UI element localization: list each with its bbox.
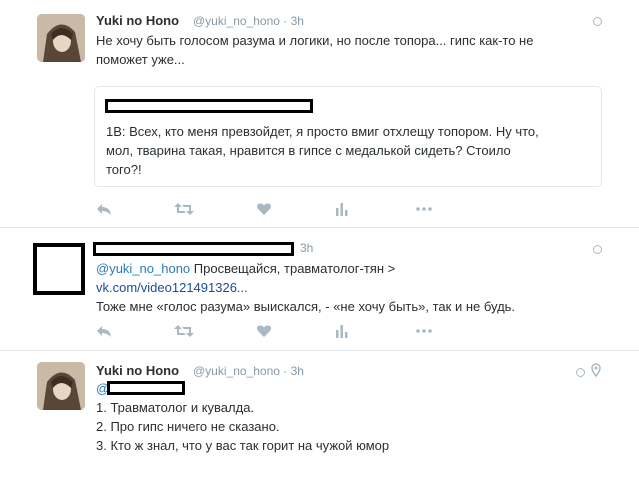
mention-link[interactable]: @yuki_no_hono <box>96 261 190 276</box>
redacted-author <box>105 99 313 113</box>
tweet-time[interactable]: 3h <box>300 241 313 255</box>
tweet-text: @yuki_no_hono Просвещайся, травматолог-т… <box>96 261 516 314</box>
tweet-1[interactable]: Yuki no Hono @yuki_no_hono · 3h Не хочу … <box>0 0 639 227</box>
redacted-author <box>93 242 294 256</box>
favorite-icon[interactable] <box>254 199 274 219</box>
globe-icon <box>593 17 602 26</box>
external-link[interactable]: vk.com/video121491326... <box>96 280 248 295</box>
author-name[interactable]: Yuki no Hono <box>96 13 179 28</box>
author-handle[interactable]: @yuki_no_hono · 3h <box>193 364 304 378</box>
author-handle[interactable]: @yuki_no_hono · 3h <box>193 14 304 28</box>
avatar[interactable] <box>33 243 85 295</box>
globe-icon <box>576 368 585 377</box>
avatar[interactable] <box>37 14 85 62</box>
location-pin-icon[interactable] <box>591 363 601 377</box>
more-icon[interactable] <box>414 199 434 219</box>
reply-icon[interactable] <box>94 321 114 341</box>
more-icon[interactable] <box>414 321 434 341</box>
retweet-icon[interactable] <box>174 199 194 219</box>
tweet-3[interactable]: Yuki no Hono @yuki_no_hono · 3h @ 1. Тра… <box>0 351 639 493</box>
analytics-icon[interactable] <box>332 199 352 219</box>
tweet-actions <box>94 321 444 341</box>
redacted-mention <box>107 381 185 395</box>
retweet-icon[interactable] <box>174 321 194 341</box>
globe-icon <box>593 245 602 254</box>
tweet-2[interactable]: 3h @yuki_no_hono Просвещайся, травматоло… <box>0 228 639 350</box>
analytics-icon[interactable] <box>332 321 352 341</box>
favorite-icon[interactable] <box>254 321 274 341</box>
avatar[interactable] <box>37 362 85 410</box>
quoted-tweet[interactable]: 1В: Всех, кто меня превзойдет, я просто … <box>94 86 602 187</box>
quoted-text: 1В: Всех, кто меня превзойдет, я просто … <box>106 124 539 177</box>
author-name[interactable]: Yuki no Hono <box>96 363 179 378</box>
tweet-text: Не хочу быть голосом разума и логики, но… <box>96 33 534 67</box>
reply-icon[interactable] <box>94 199 114 219</box>
tweet-time: 3h <box>290 364 304 378</box>
tweet-time: 3h <box>290 14 304 28</box>
tweet-actions <box>94 199 444 219</box>
